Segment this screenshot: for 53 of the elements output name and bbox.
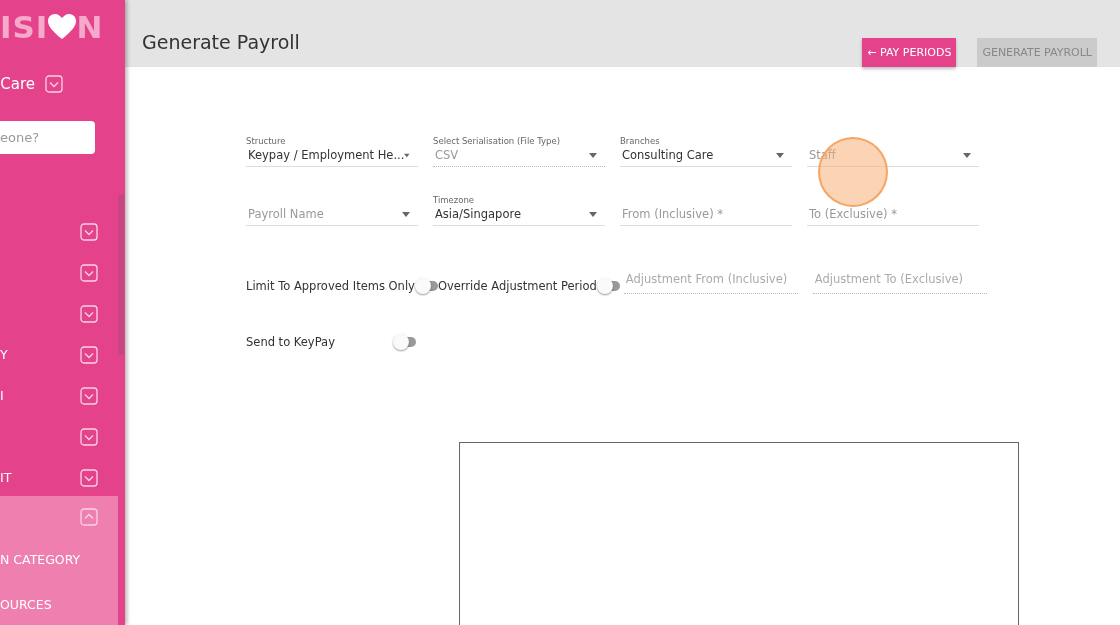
chevron-up-icon[interactable] (80, 507, 98, 526)
toggle-label: Send to KeyPay (246, 335, 336, 349)
sidebar-subitem[interactable]: N CATEGORY (0, 537, 118, 582)
sidebar-item[interactable]: I (0, 373, 118, 414)
dropdown-field[interactable]: Structure Keypay / Employment He... (246, 123, 418, 167)
sidebar-item[interactable]: Y (0, 332, 118, 373)
chevron-down-icon[interactable] (80, 345, 98, 364)
branch-name: Care (0, 75, 35, 93)
search-field[interactable]: eone? (0, 121, 95, 154)
dropdown-field[interactable]: Timezone Asia/Singapore (433, 182, 605, 226)
field-placeholder: To (Exclusive) * (809, 207, 897, 221)
toggle-switch[interactable] (596, 278, 620, 294)
dropdown-caret-icon (589, 211, 597, 217)
dropdown-field[interactable]: Branches Consulting Care (620, 123, 792, 167)
chevron-down-icon[interactable] (45, 75, 63, 93)
field-label: Structure (246, 136, 287, 146)
heart-icon (48, 14, 77, 40)
input-field[interactable]: From (Inclusive) * (620, 182, 792, 226)
field-label: Branches (620, 136, 661, 146)
dropdown-caret-icon (776, 152, 784, 158)
sidebar-subitem[interactable]: OURCES (0, 582, 118, 625)
field-placeholder: Payroll Name (248, 207, 324, 221)
chevron-down-icon[interactable] (80, 222, 98, 241)
input-field[interactable]: To (Exclusive) * (807, 182, 979, 226)
chevron-down-icon[interactable] (80, 263, 98, 282)
dropdown-caret-icon (402, 211, 410, 217)
field-value: Asia/Singapore (435, 207, 521, 221)
toggle-switch[interactable] (393, 334, 416, 350)
toggle-switch[interactable] (414, 278, 438, 294)
chevron-down-icon[interactable] (80, 386, 98, 405)
dropdown-field[interactable]: Payroll Name (246, 182, 418, 226)
field-placeholder: Staff (809, 148, 836, 162)
chevron-down-icon[interactable] (80, 304, 98, 323)
dropdown-caret-icon (589, 152, 597, 158)
page-title: Generate Payroll (142, 31, 300, 53)
dropdown-caret-icon (404, 152, 410, 158)
field-value: CSV (435, 148, 459, 162)
logo-text: ISI (0, 9, 49, 45)
toggle-label: Limit To Approved Items Only (246, 279, 415, 293)
chevron-down-icon[interactable] (80, 468, 98, 487)
field-label: Timezone (433, 195, 476, 205)
field-value: Consulting Care (622, 148, 714, 162)
field-placeholder: From (Inclusive) * (622, 207, 724, 221)
sidebar-item[interactable]: IT (0, 455, 118, 496)
dropdown-field[interactable]: Staff (807, 123, 979, 167)
field-value: Keypay / Employment He... (248, 148, 405, 162)
chevron-down-icon[interactable] (80, 427, 98, 446)
toggle-label: Override Adjustment Period (437, 279, 597, 293)
back-button[interactable]: ← PAY PERIODS (862, 38, 957, 67)
field-label: Select Serialisation (File Type) (433, 136, 562, 146)
scrollbar-thumb[interactable] (118, 195, 124, 355)
logo-text: N (76, 9, 104, 45)
dropdown-caret-icon (963, 152, 971, 158)
